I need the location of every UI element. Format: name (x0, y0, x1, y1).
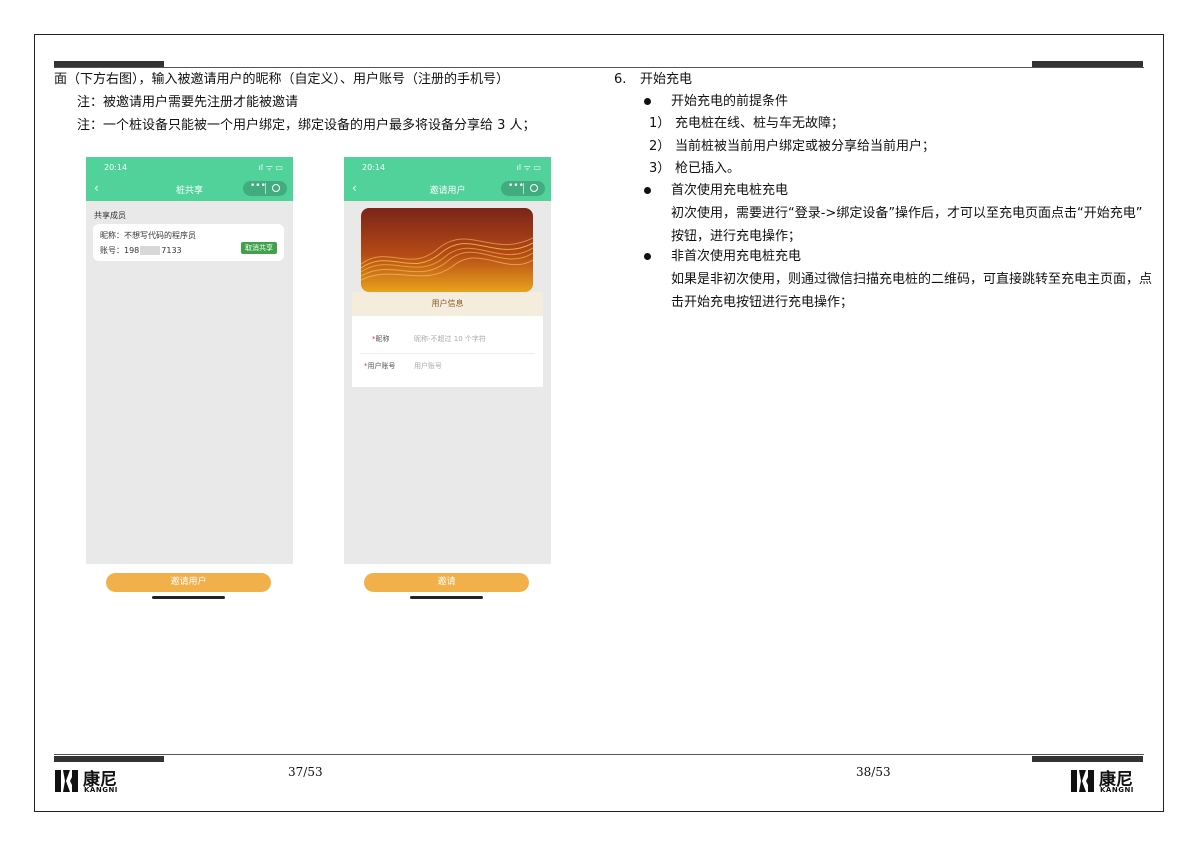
section-number: 6. (614, 72, 627, 87)
member-card: 昵称：不想写代码的程序员 账号：198 7133 取消共享 (93, 224, 284, 261)
section-title: 开始充电 (640, 72, 693, 87)
nickname-label-text: 昵称 (375, 335, 390, 343)
wave-banner-graphic (361, 208, 533, 292)
logo-en-name: KANGNI (1100, 786, 1134, 794)
bullet-repeat-use: 非首次使用充电桩充电 (671, 249, 802, 264)
condition-2-number: 2） (649, 139, 671, 154)
capsule-divider (265, 183, 266, 194)
bullet-precondition: 开始充电的前提条件 (671, 94, 789, 109)
invite-button[interactable]: 邀请 (364, 573, 529, 592)
condition-3: 枪已插入。 (675, 161, 741, 176)
status-time: 20:14 (104, 163, 128, 172)
banner-image (361, 208, 533, 292)
footer-bar-right (1032, 756, 1143, 762)
header-line (54, 67, 1144, 68)
page-number-left: 37/53 (288, 765, 323, 779)
close-target-icon[interactable] (272, 184, 280, 192)
card-title: 用户信息 (352, 292, 543, 316)
more-icon[interactable]: ••• (250, 181, 266, 191)
status-time: 20:14 (362, 163, 386, 172)
nickname-label: *昵称 (372, 334, 390, 344)
capsule-menu[interactable]: ••• (243, 181, 287, 196)
left-intro-line: 面（下方右图），输入被邀请用户的昵称（自定义）、用户账号（注册的手机号） (54, 72, 510, 87)
nickname-input[interactable]: 昵称-不超过 10 个字符 (414, 334, 486, 344)
status-bar: 20:14 ıl ᯤ ▭ (86, 157, 293, 177)
condition-1-number: 1） (649, 116, 671, 131)
account-input[interactable]: 用户账号 (414, 361, 442, 371)
page-number-right: 38/53 (856, 765, 891, 779)
kangni-logo-mark (55, 770, 78, 792)
status-icons: ıl ᯤ ▭ (516, 163, 541, 172)
more-icon[interactable]: ••• (508, 181, 524, 191)
close-target-icon[interactable] (530, 184, 538, 192)
nav-bar: ‹ 桩共享 ••• (86, 177, 293, 201)
phone-share-screen: 20:14 ıl ᯤ ▭ ‹ 桩共享 ••• 共享成员 昵称：不想写代码的程序员… (86, 157, 293, 564)
bullet-icon (644, 253, 651, 260)
condition-1: 充电桩在线、桩与车无故障； (675, 116, 845, 131)
section-title: 共享成员 (94, 211, 126, 220)
cancel-share-button[interactable]: 取消共享 (241, 242, 277, 254)
logo-en-name: KANGNI (84, 786, 118, 794)
status-bar: 20:14 ıl ᯤ ▭ (344, 157, 551, 177)
home-indicator (152, 596, 225, 599)
repeat-use-para-line1: 如果是非初次使用，则通过微信扫描充电桩的二维码，可直接跳转至充电主页面，点 (671, 272, 1153, 287)
kangni-logo: 康尼 KANGNI (1070, 767, 1150, 797)
repeat-use-para-line2: 击开始充电按钮进行充电操作； (671, 295, 854, 310)
account-label-text: 用户账号 (367, 362, 396, 370)
redacted-digits (140, 246, 161, 255)
user-info-card: 用户信息 *昵称 昵称-不超过 10 个字符 *用户账号 用户账号 (352, 292, 543, 387)
left-note-2: 注：一个桩设备只能被一个用户绑定，绑定设备的用户最多将设备分享给 3 人； (77, 118, 536, 133)
bullet-icon (644, 98, 651, 105)
footer-line (54, 754, 1144, 755)
invite-user-button[interactable]: 邀请用户 (106, 573, 271, 592)
capsule-menu[interactable]: ••• (501, 181, 545, 196)
bullet-icon (644, 187, 651, 194)
home-indicator (410, 596, 483, 599)
first-use-para-line1: 初次使用，需要进行“登录->绑定设备”操作后，才可以至充电页面点击“开始充电” (671, 206, 1143, 221)
account-suffix: 7133 (161, 246, 182, 255)
nav-bar: ‹ 邀请用户 ••• (344, 177, 551, 201)
condition-2: 当前桩被当前用户绑定或被分享给当前用户； (675, 139, 936, 154)
capsule-divider (523, 183, 524, 194)
kangni-logo: 康尼 KANGNI (54, 767, 134, 797)
bullet-first-use: 首次使用充电桩充电 (671, 183, 789, 198)
footer-bar-left (54, 756, 164, 762)
kangni-logo-mark (1071, 770, 1094, 792)
member-account: 账号：198 7133 (100, 245, 182, 256)
phone-invite-screen: 20:14 ıl ᯤ ▭ ‹ 邀请用户 ••• 用户信息 *昵称 昵称-不超过 … (344, 157, 551, 564)
condition-3-number: 3） (649, 161, 671, 176)
field-divider (360, 353, 535, 354)
left-note-1: 注：被邀请用户需要先注册才能被邀请 (77, 95, 299, 110)
first-use-para-line2: 按钮，进行充电操作； (671, 229, 802, 244)
member-nickname: 昵称：不想写代码的程序员 (100, 231, 196, 240)
account-label: *用户账号 (364, 361, 396, 371)
status-icons: ıl ᯤ ▭ (258, 163, 283, 172)
account-prefix: 账号：198 (100, 246, 140, 255)
